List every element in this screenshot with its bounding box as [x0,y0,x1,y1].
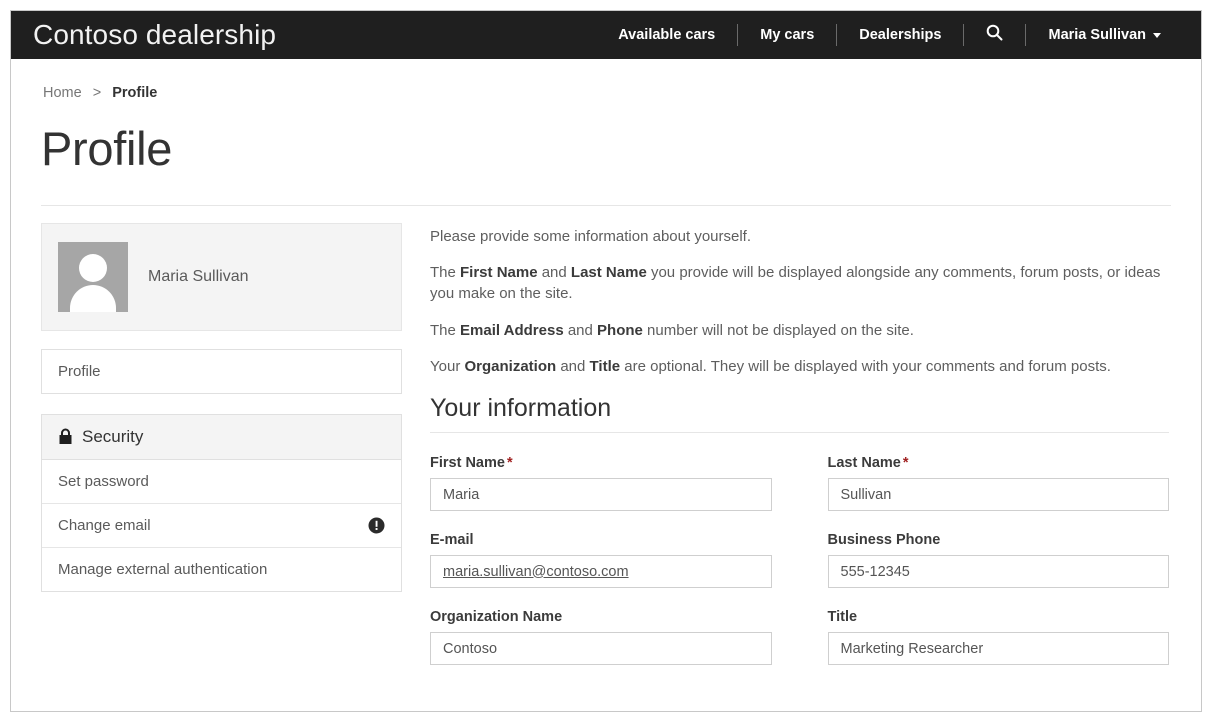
label-business-phone: Business Phone [827,532,941,549]
alert-exclamation-icon [368,517,385,534]
organization-name-input[interactable] [430,632,772,666]
field-title: Title [827,609,1169,666]
nav-dealerships[interactable]: Dealerships [837,11,963,59]
security-section-title: Security [82,426,144,446]
email-readonly-box: maria.sullivan@contoso.com [430,555,772,589]
sidebar-item-label: Set password [58,472,149,490]
nav-available-cars[interactable]: Available cars [596,11,737,59]
security-section: Security Set password Change email Manag… [41,413,402,592]
sidebar-item-change-email[interactable]: Change email [42,503,401,548]
intro-text: and [563,321,598,339]
last-name-input[interactable] [827,478,1169,512]
label-text: Last Name [827,455,901,472]
field-last-name: Last Name * [827,455,1170,512]
sidebar: Maria Sullivan Profile Security Set pass… [41,222,402,686]
page-frame: Contoso dealership Available cars My car… [10,10,1202,712]
intro-text: The [430,321,461,339]
required-marker: * [506,455,513,472]
breadcrumb-separator: > [92,85,102,101]
intro-emphasis-title: Title [589,357,621,375]
profile-card: Maria Sullivan [41,222,402,331]
intro-emphasis-organization: Organization [464,357,557,375]
sidebar-item-set-password[interactable]: Set password [42,459,401,504]
intro-emphasis-last-name: Last Name [570,263,647,281]
security-section-header: Security [42,414,401,460]
email-link[interactable]: maria.sullivan@contoso.com [443,564,629,580]
user-menu-label: Maria Sullivan [1048,27,1146,43]
sidebar-item-manage-external-authentication[interactable]: Manage external authentication [42,547,401,591]
business-phone-input[interactable] [827,555,1169,589]
search-button[interactable] [964,11,1025,59]
intro-paragraph-1: Please provide some information about yo… [430,227,752,245]
field-first-name: First Name * [430,455,772,512]
two-column-layout: Maria Sullivan Profile Security Set pass… [41,222,1181,686]
sidebar-item-label: Profile [58,362,101,380]
avatar-head-shape [79,253,107,282]
intro-paragraph-4: Your Organization and Title are optional… [430,356,1169,377]
intro-text: The [430,263,461,281]
breadcrumb-home[interactable]: Home [43,85,82,101]
top-navigation-bar: Contoso dealership Available cars My car… [11,11,1201,59]
intro-emphasis-phone: Phone [597,321,643,339]
user-menu-button[interactable]: Maria Sullivan [1026,11,1183,59]
main-navigation: Available cars My cars Dealerships Maria… [596,11,1183,59]
site-brand-title[interactable]: Contoso dealership [33,19,276,51]
section-heading-your-information: Your information [430,394,612,423]
lock-icon [58,428,73,445]
required-marker: * [902,455,909,472]
page-title: Profile [41,122,173,175]
section-divider [430,432,1169,434]
main-panel: Please provide some information about yo… [430,223,1181,686]
page-content: Home > Profile Profile Maria Sullivan Pr… [11,85,1201,686]
title-divider [41,204,1171,206]
field-business-phone: Business Phone [827,532,1169,589]
intro-text: and [537,263,571,281]
intro-paragraph-3: The Email Address and Phone number will … [430,320,1169,341]
field-email: E-mail maria.sullivan@contoso.com [430,532,772,589]
breadcrumb: Home > Profile [43,85,1181,101]
chevron-down-icon [1153,32,1161,38]
label-first-name: First Name * [430,455,772,471]
intro-text: Your [430,357,465,375]
field-organization-name: Organization Name [430,609,772,666]
label-last-name: Last Name * [828,455,1170,471]
intro-paragraph-2: The First Name and Last Name you provide… [430,262,1169,305]
intro-text: are optional. They will be displayed wit… [620,357,1111,375]
label-organization-name: Organization Name [430,609,563,626]
search-icon [986,24,1003,46]
sidebar-item-profile[interactable]: Profile [42,349,401,393]
label-title: Title [827,609,858,626]
intro-emphasis-first-name: First Name [460,263,538,281]
label-email: E-mail [430,532,474,549]
intro-text: number will not be displayed on the site… [642,321,914,339]
user-avatar-icon [58,241,128,312]
profile-nav-list: Profile [41,348,402,394]
title-input[interactable] [827,632,1169,666]
intro-emphasis-email-address: Email Address [460,321,564,339]
sidebar-item-label: Change email [58,516,151,534]
intro-text: and [556,357,590,375]
nav-my-cars[interactable]: My cars [738,11,836,59]
profile-card-name: Maria Sullivan [148,267,249,285]
first-name-input[interactable] [430,478,772,512]
breadcrumb-current: Profile [112,85,158,101]
avatar-body-shape [70,284,116,312]
profile-form: First Name* Last Name* E-mail maria. [430,455,1169,686]
sidebar-item-label: Manage external authentication [58,560,268,578]
label-text: First Name [430,455,505,472]
